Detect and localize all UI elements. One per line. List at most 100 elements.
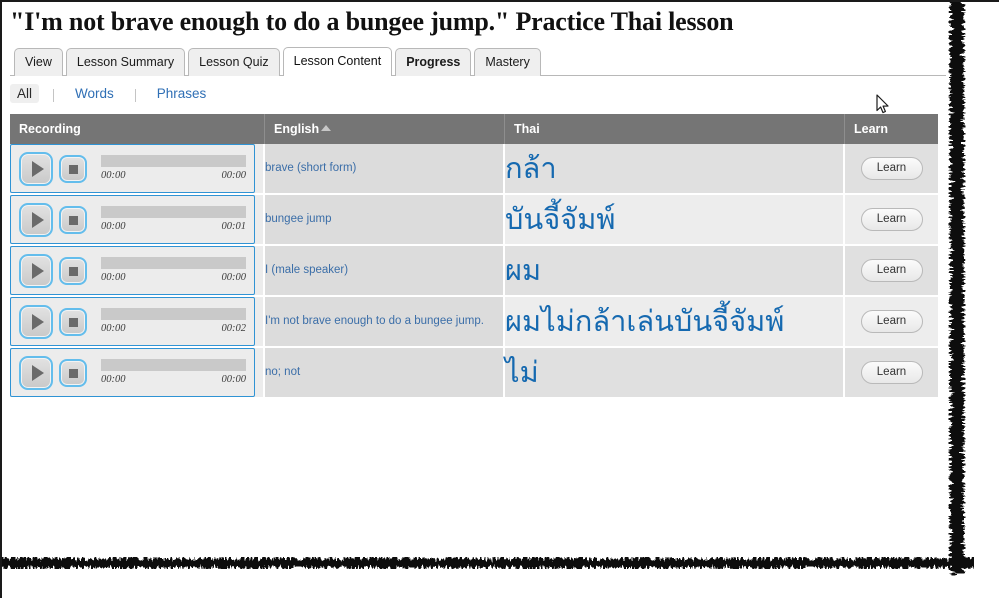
column-header-thai[interactable]: Thai [505,114,845,145]
tab-label: Lesson Content [293,54,382,69]
tab-lesson-content[interactable]: Lesson Content [282,47,393,77]
cell-thai: ผม [505,246,845,298]
cell-thai: ไม่ [505,348,845,400]
lesson-tab-bar: View Lesson Summary Lesson Quiz Lesson Cont… [10,47,946,77]
play-icon[interactable] [19,254,53,289]
cell-thai: ผมไม่กล้าเล่นบันจี้จัมพ์ [505,297,845,349]
table-header: Recording English Thai Learn [10,114,938,145]
lesson-content-table: Recording English Thai Learn 00:00 00:00 b… [10,114,938,400]
column-header-learn[interactable]: Learn [845,114,938,145]
tab-label: Mastery [485,55,530,70]
column-header-recording[interactable]: Recording [10,114,265,145]
learn-button[interactable]: Learn [860,208,923,232]
cell-recording: 00:00 00:00 [10,144,265,196]
filter-separator [134,88,136,102]
tab-view[interactable]: View [14,48,63,77]
cell-english: I (male speaker) [265,246,505,298]
tab-label: View [25,55,52,70]
learn-button[interactable]: Learn [860,259,923,283]
tab-lesson-summary[interactable]: Lesson Summary [65,48,186,77]
table-row: 00:00 00:00 brave (short form) กล้า Learn [10,144,938,196]
audio-time-total: 00:00 [221,272,247,284]
column-header-recording-label: Recording [19,122,81,137]
audio-time-current: 00:00 [101,272,126,284]
cell-learn: Learn [845,297,938,349]
sort-ascending-icon [321,125,332,132]
filter-all[interactable]: All [10,84,40,104]
play-icon[interactable] [19,152,53,187]
audio-time-current: 00:00 [101,374,126,386]
stop-icon[interactable] [59,155,87,184]
tab-mastery[interactable]: Mastery [474,48,541,77]
cell-english: I'm not brave enough to do a bungee jump… [265,297,505,349]
cell-learn: Learn [845,348,938,400]
column-header-thai-label: Thai [514,122,540,137]
english-text: no; not [265,365,301,378]
audio-progress[interactable]: 00:00 00:02 [101,305,246,334]
audio-time-total: 00:00 [221,374,247,386]
audio-progress[interactable]: 00:00 00:01 [101,203,246,232]
tab-label: Lesson Quiz [199,55,269,70]
audio-progress-bar[interactable] [101,155,246,168]
play-icon[interactable] [19,203,53,238]
audio-time-current: 00:00 [101,323,126,335]
audio-progress-bar[interactable] [101,359,246,372]
thai-text: กล้า [505,151,557,186]
column-header-english-label: English [274,122,320,137]
filter-phrases[interactable]: Phrases [150,84,214,103]
cell-learn: Learn [845,195,938,247]
screenshot-frame: "I'm not brave enough to do a bungee jum… [0,0,999,598]
table-row: 00:00 00:00 no; not ไม่ Learn [10,348,938,400]
page-title: "I'm not brave enough to do a bungee jum… [10,7,734,36]
filter-words[interactable]: Words [68,84,121,103]
english-text: bungee jump [265,212,332,225]
audio-player[interactable]: 00:00 00:00 [10,246,255,296]
cell-learn: Learn [845,144,938,196]
audio-player[interactable]: 00:00 00:02 [10,297,255,347]
stop-icon[interactable] [59,308,87,337]
english-text: I'm not brave enough to do a bungee jump… [265,314,484,327]
audio-progress-bar[interactable] [101,308,246,321]
tab-lesson-quiz[interactable]: Lesson Quiz [188,48,280,77]
cell-recording: 00:00 00:00 [10,348,265,400]
column-header-english[interactable]: English [265,114,505,145]
audio-time-total: 00:00 [221,170,247,182]
cell-thai: กล้า [505,144,845,196]
tab-progress[interactable]: Progress [395,48,472,77]
thai-text: ผม [505,253,542,288]
audio-progress-bar[interactable] [101,257,246,270]
thai-text: ผมไม่กล้าเล่นบันจี้จัมพ์ [505,304,785,339]
tab-label: Progress [406,55,461,70]
cell-english: brave (short form) [265,144,505,196]
stop-icon[interactable] [59,257,87,286]
tab-label: Lesson Summary [76,55,175,70]
thai-text: ไม่ [505,355,539,390]
audio-player[interactable]: 00:00 00:00 [10,348,255,398]
stop-icon[interactable] [59,206,87,235]
cell-learn: Learn [845,246,938,298]
stop-icon[interactable] [59,359,87,388]
learn-button[interactable]: Learn [860,361,923,385]
audio-progress[interactable]: 00:00 00:00 [101,254,246,283]
lesson-page: "I'm not brave enough to do a bungee jum… [2,2,946,562]
content-filter-bar: All Words Phrases [10,84,946,106]
play-icon[interactable] [19,305,53,340]
audio-player[interactable]: 00:00 00:01 [10,195,255,245]
english-text: brave (short form) [265,161,357,174]
cell-english: no; not [265,348,505,400]
english-text: I (male speaker) [265,263,349,276]
table-row: 00:00 00:02 I'm not brave enough to do a b… [10,297,938,349]
audio-progress-bar[interactable] [101,206,246,219]
table-row: 00:00 00:00 I (male speaker) ผม Learn [10,246,938,298]
audio-progress[interactable]: 00:00 00:00 [101,152,246,181]
audio-progress[interactable]: 00:00 00:00 [101,356,246,385]
learn-button[interactable]: Learn [860,157,923,181]
cell-thai: บันจี้จัมพ์ [505,195,845,247]
learn-button[interactable]: Learn [860,310,923,334]
cell-english: bungee jump [265,195,505,247]
audio-player[interactable]: 00:00 00:00 [10,144,255,194]
cell-recording: 00:00 00:01 [10,195,265,247]
thai-text: บันจี้จัมพ์ [505,202,616,237]
column-header-learn-label: Learn [854,122,889,137]
play-icon[interactable] [19,356,53,391]
